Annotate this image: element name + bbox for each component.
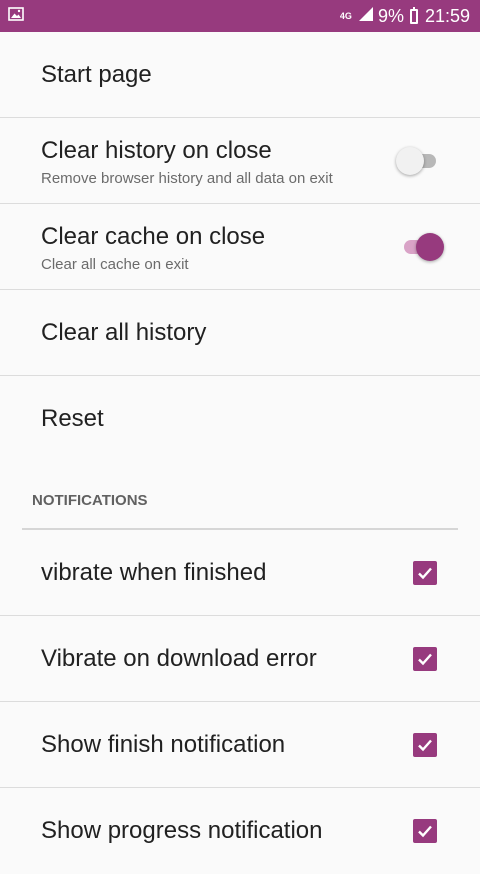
check-icon — [418, 825, 432, 838]
setting-title: Clear all history — [41, 318, 207, 346]
setting-title: Start page — [41, 60, 152, 88]
check-icon — [418, 739, 432, 751]
start-page-setting[interactable]: Start page — [0, 32, 480, 118]
clear-history-toggle[interactable] — [396, 146, 444, 175]
image-notification-icon — [8, 6, 24, 26]
status-bar: 4G 9% 21:59 — [0, 0, 480, 32]
vibrate-on-error-setting[interactable]: Vibrate on download error — [0, 616, 480, 702]
notifications-section-header: NOTIFICATIONS — [0, 462, 480, 530]
vibrate-error-checkbox[interactable] — [413, 646, 437, 671]
settings-list: Start page Clear history on close Remove… — [0, 32, 480, 874]
battery-icon — [409, 6, 418, 24]
section-title: NOTIFICATIONS — [32, 492, 148, 509]
clear-cache-on-close-setting[interactable]: Clear cache on close Clear all cache on … — [0, 204, 480, 290]
show-finish-notification-setting[interactable]: Show finish notification — [0, 702, 480, 788]
setting-title: Reset — [41, 405, 104, 432]
network-type: 4G — [339, 10, 352, 21]
check-icon — [418, 567, 432, 579]
clear-history-on-close-setting[interactable]: Clear history on close Remove browser hi… — [0, 118, 480, 204]
finish-notification-checkbox[interactable] — [413, 732, 437, 757]
signal-icon — [358, 6, 374, 27]
show-progress-notification-setting[interactable]: Show progress notification — [0, 788, 480, 874]
battery-percent: 9% — [377, 5, 404, 26]
toggle-thumb — [396, 146, 424, 175]
vibrate-finished-checkbox[interactable] — [413, 560, 437, 585]
clear-cache-toggle[interactable] — [396, 232, 444, 261]
vibrate-when-finished-setting[interactable]: vibrate when finished — [0, 530, 480, 616]
toggle-thumb — [416, 232, 444, 261]
reset-setting[interactable]: Reset — [0, 376, 480, 462]
check-icon — [418, 653, 432, 665]
clock: 21:59 — [424, 5, 470, 26]
clear-all-history-setting[interactable]: Clear all history — [0, 290, 480, 376]
progress-notification-checkbox[interactable] — [413, 819, 437, 843]
